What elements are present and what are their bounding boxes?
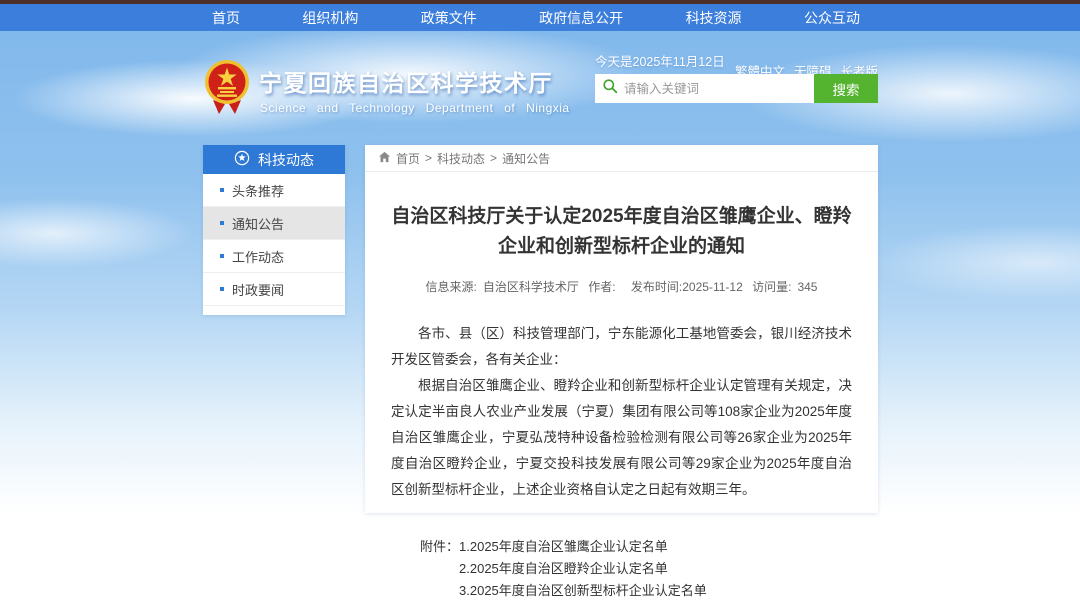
sidebar-item-work-news[interactable]: 工作动态 <box>203 240 345 273</box>
meta-publish-time: 发布时间:2025-11-12 <box>631 280 743 294</box>
main-panel: 首页 > 科技动态 > 通知公告 自治区科技厅关于认定2025年度自治区雏鹰企业… <box>365 145 878 513</box>
home-icon <box>378 151 391 166</box>
bullet-icon <box>220 287 224 291</box>
nav-item-gov-info[interactable]: 政府信息公开 <box>539 8 623 28</box>
tech-news-icon <box>234 150 250 169</box>
sidebar-item-headlines[interactable]: 头条推荐 <box>203 174 345 207</box>
nav-item-interaction[interactable]: 公众互动 <box>804 8 860 28</box>
meta-source-value: 自治区科学技术厅 <box>483 280 579 294</box>
article-paragraph: 各市、县（区）科技管理部门，宁东能源化工基地管委会，银川经济技术开发区管委会，各… <box>391 321 852 373</box>
meta-source-label: 信息来源: <box>426 280 477 294</box>
meta-views-value: 345 <box>797 280 817 294</box>
national-emblem-icon <box>204 58 250 116</box>
bullet-icon <box>220 221 224 225</box>
bullet-icon <box>220 254 224 258</box>
article: 自治区科技厅关于认定2025年度自治区雏鹰企业、瞪羚企业和创新型标杆企业的通知 … <box>365 202 878 602</box>
article-title: 自治区科技厅关于认定2025年度自治区雏鹰企业、瞪羚企业和创新型标杆企业的通知 <box>387 202 857 262</box>
article-paragraph: 根据自治区雏鹰企业、瞪羚企业和创新型标杆企业认定管理有关规定，决定认定半亩良人农… <box>391 373 852 503</box>
nav-item-policy[interactable]: 政策文件 <box>421 8 477 28</box>
attachments: 附件： 1.2025年度自治区雏鹰企业认定名单 2.2025年度自治区瞪羚企业认… <box>365 536 878 602</box>
sidebar-item-label: 头条推荐 <box>232 181 284 200</box>
meta-author-label: 作者: <box>588 280 615 294</box>
attachment-list: 1.2025年度自治区雏鹰企业认定名单 2.2025年度自治区瞪羚企业认定名单 … <box>459 536 707 602</box>
sidebar: 科技动态 头条推荐 通知公告 工作动态 时政要闻 <box>203 145 345 315</box>
nav-item-resources[interactable]: 科技资源 <box>686 8 742 28</box>
sidebar-item-label: 通知公告 <box>232 214 284 233</box>
top-navigation: 首页 组织机构 政策文件 政府信息公开 科技资源 公众互动 <box>0 4 1080 31</box>
nav-item-home[interactable]: 首页 <box>212 8 240 28</box>
search-button[interactable]: 搜索 <box>814 74 878 103</box>
nav-item-organization[interactable]: 组织机构 <box>302 8 358 28</box>
nav-items: 首页 组织机构 政策文件 政府信息公开 科技资源 公众互动 <box>212 4 860 31</box>
breadcrumb-tech-news[interactable]: 科技动态 <box>437 150 485 167</box>
attachments-label: 附件： <box>420 536 459 602</box>
site-title: 宁夏回族自治区科学技术厅 <box>259 64 553 98</box>
attachment-link-3[interactable]: 3.2025年度自治区创新型标杆企业认定名单 <box>459 580 707 602</box>
breadcrumb-notices: 通知公告 <box>502 150 550 167</box>
search-icon <box>602 78 618 99</box>
sidebar-item-politics[interactable]: 时政要闻 <box>203 273 345 306</box>
search-bar: 搜索 <box>595 74 878 103</box>
attachment-link-2[interactable]: 2.2025年度自治区瞪羚企业认定名单 <box>459 558 707 580</box>
sidebar-header: 科技动态 <box>203 145 345 174</box>
sidebar-title: 科技动态 <box>258 150 314 170</box>
breadcrumb-separator: > <box>425 151 432 165</box>
search-input-wrap <box>595 74 814 103</box>
sidebar-item-label: 时政要闻 <box>232 280 284 299</box>
attachment-link-1[interactable]: 1.2025年度自治区雏鹰企业认定名单 <box>459 536 707 558</box>
bullet-icon <box>220 188 224 192</box>
article-meta: 信息来源: 自治区科学技术厅 作者: 发布时间:2025-11-12 访问量: 34… <box>365 278 878 295</box>
sidebar-item-notices[interactable]: 通知公告 <box>203 207 345 240</box>
search-input[interactable] <box>624 82 807 96</box>
article-body: 各市、县（区）科技管理部门，宁东能源化工基地管委会，银川经济技术开发区管委会，各… <box>365 321 878 503</box>
meta-views-label: 访问量: <box>752 280 791 294</box>
sidebar-item-label: 工作动态 <box>232 247 284 266</box>
breadcrumb-separator: > <box>490 151 497 165</box>
breadcrumb: 首页 > 科技动态 > 通知公告 <box>365 145 878 172</box>
breadcrumb-home[interactable]: 首页 <box>396 150 420 167</box>
site-subtitle: Science and Technology Department of Nin… <box>260 101 570 115</box>
